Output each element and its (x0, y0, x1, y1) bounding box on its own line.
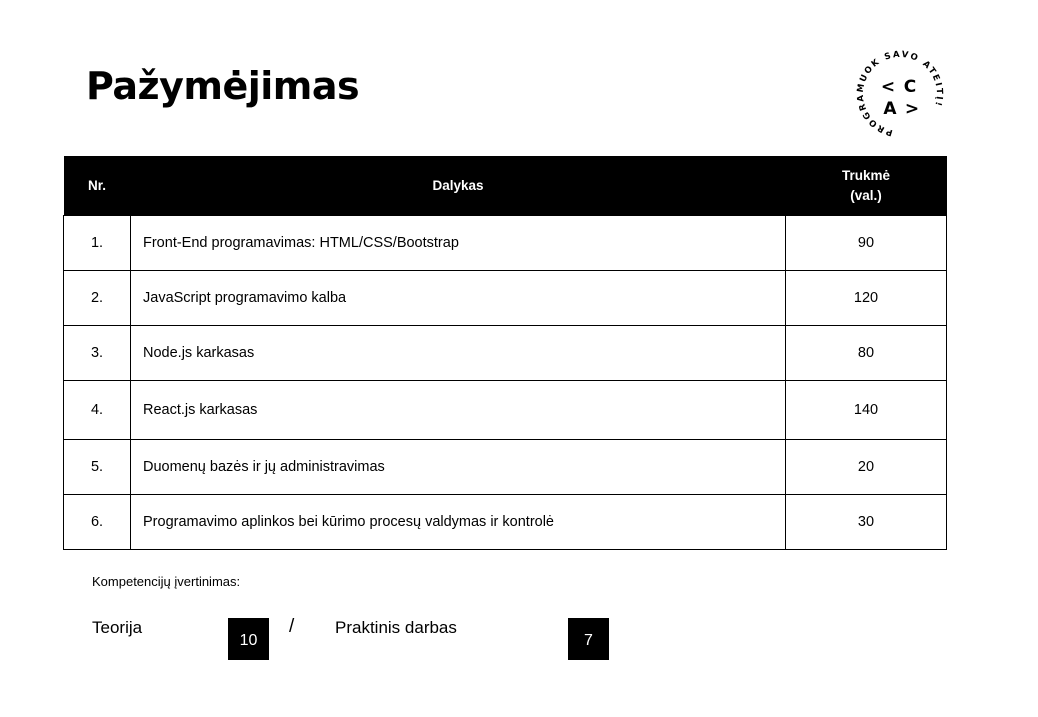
row-number: 5. (63, 439, 131, 495)
logo-gt-glyph: > (905, 99, 919, 119)
row-hours: 30 (785, 494, 947, 550)
column-header-subject: Dalykas (130, 156, 786, 216)
theory-score-box: 10 (228, 618, 269, 660)
page-title: Pažymėjimas (86, 64, 360, 108)
row-number: 1. (63, 215, 131, 271)
row-number: 6. (63, 494, 131, 550)
row-subject: Duomenų bazės ir jų administravimas (130, 439, 786, 495)
practice-label: Praktinis darbas (335, 618, 457, 637)
subjects-table: Nr. Dalykas Trukmė (val.) 1. Front-End p… (63, 156, 947, 550)
logo-ring-text: PROGRAMUOK SAVO ATEITĮ! (856, 50, 944, 137)
row-subject: Node.js karkasas (130, 325, 786, 381)
score-separator: / (289, 616, 295, 637)
row-subject: Programavimo aplinkos bei kūrimo procesų… (130, 494, 786, 550)
row-hours: 140 (785, 380, 947, 440)
row-hours: 80 (785, 325, 947, 381)
programuok-savo-ateiti-logo: PROGRAMUOK SAVO ATEITĮ! < C A > (856, 50, 944, 137)
table-row: 2. JavaScript programavimo kalba 120 (63, 270, 947, 326)
table-row: 4. React.js karkasas 140 (63, 380, 947, 440)
column-header-hours-line1: Trukmė (841, 167, 891, 183)
table-row: 3. Node.js karkasas 80 (63, 325, 947, 381)
row-number: 3. (63, 325, 131, 381)
row-number: 4. (63, 380, 131, 440)
column-header-nr: Nr. (63, 156, 131, 216)
row-hours: 90 (785, 215, 947, 271)
table-header-row: Nr. Dalykas Trukmė (val.) (63, 156, 947, 216)
column-header-hours: Trukmė (val.) (785, 156, 947, 216)
practice-score-box: 7 (568, 618, 609, 660)
logo-lt-glyph: < (881, 77, 895, 97)
row-hours: 120 (785, 270, 947, 326)
table-row: 5. Duomenų bazės ir jų administravimas 2… (63, 439, 947, 495)
assessment-label: Kompetencijų įvertinimas: (92, 574, 241, 589)
row-subject: React.js karkasas (130, 380, 786, 440)
logo-c-glyph: C (904, 77, 916, 97)
table-row: 6. Programavimo aplinkos bei kūrimo proc… (63, 494, 947, 550)
column-header-hours-line2: (val.) (850, 187, 882, 203)
row-number: 2. (63, 270, 131, 326)
row-hours: 20 (785, 439, 947, 495)
row-subject: Front-End programavimas: HTML/CSS/Bootst… (130, 215, 786, 271)
row-subject: JavaScript programavimo kalba (130, 270, 786, 326)
table-row: 1. Front-End programavimas: HTML/CSS/Boo… (63, 215, 947, 271)
theory-label: Teorija (92, 618, 143, 637)
logo-a-glyph: A (883, 99, 897, 119)
